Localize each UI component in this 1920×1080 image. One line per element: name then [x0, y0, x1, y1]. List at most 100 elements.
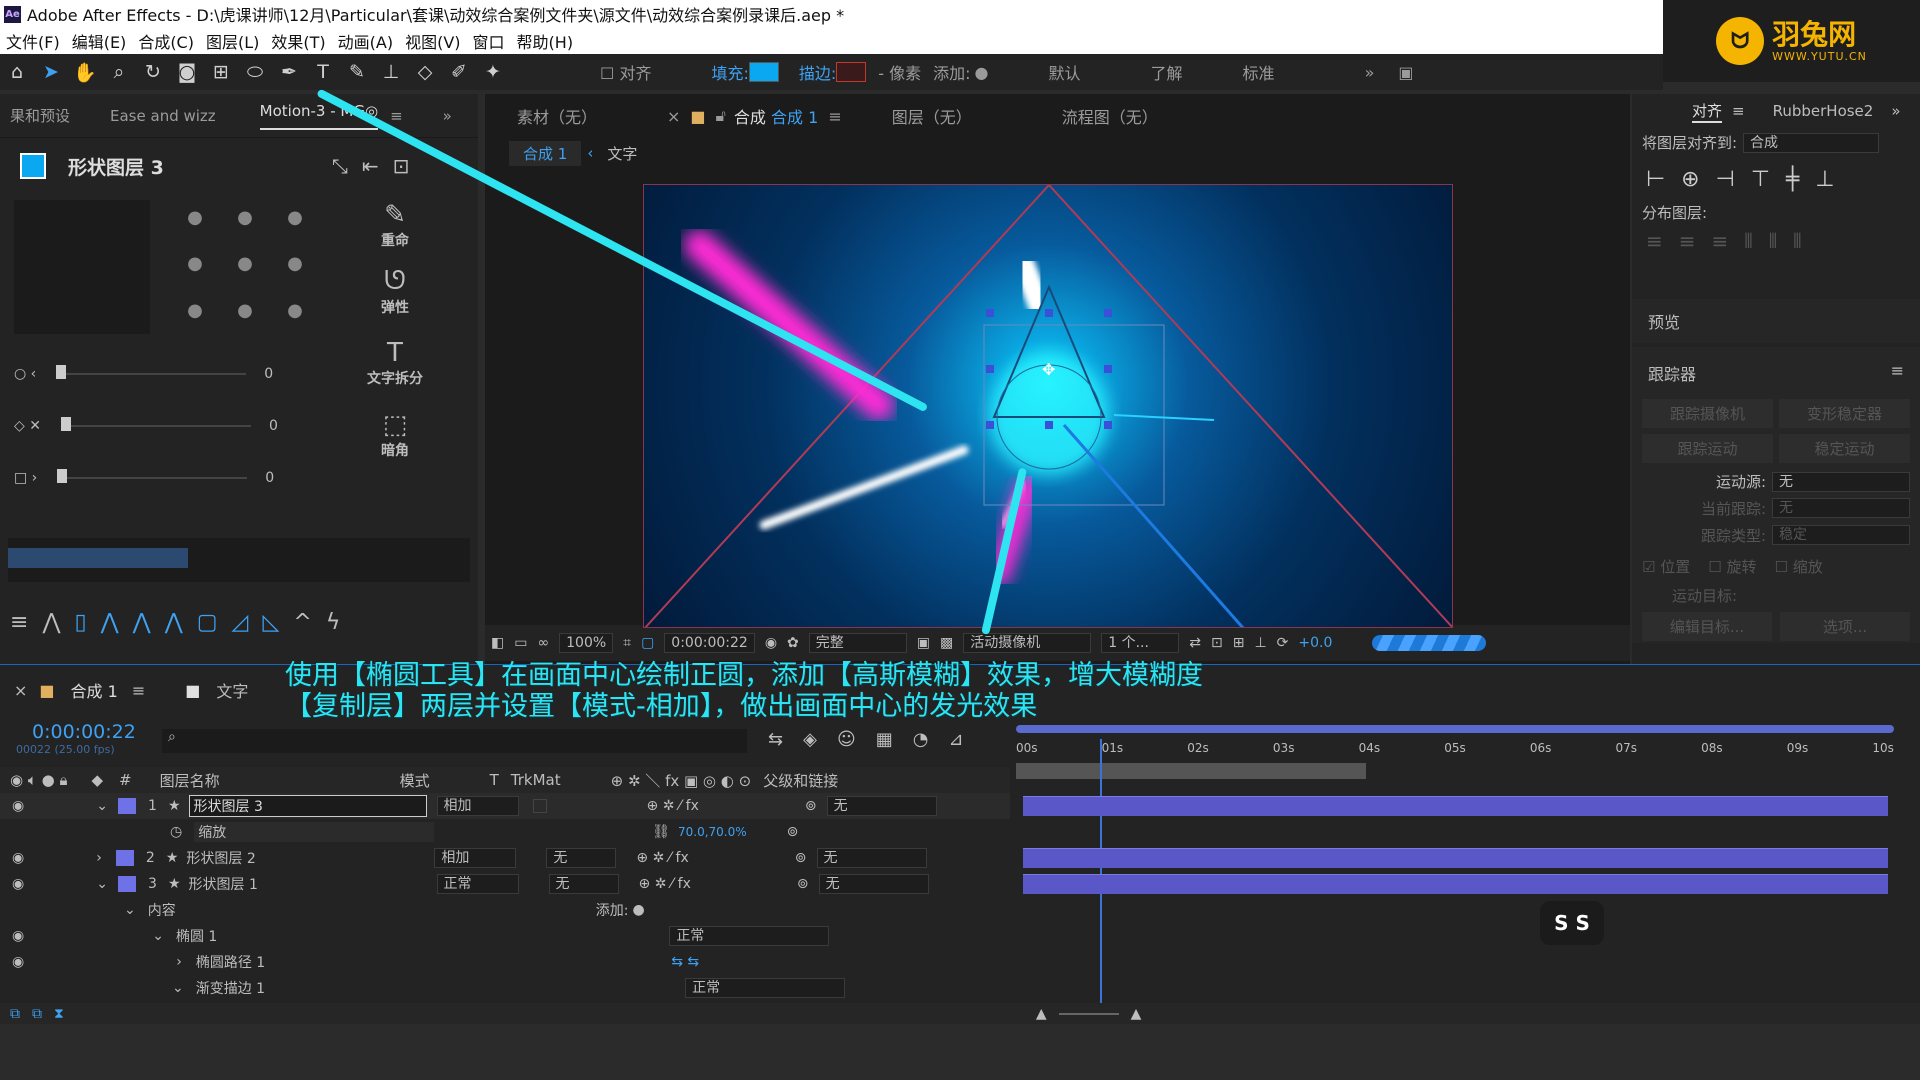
toggle-modes-icon[interactable]: ⧉: [32, 1006, 42, 1022]
layer-label-swatch[interactable]: [117, 876, 136, 892]
resolution-dropdown[interactable]: 完整: [808, 633, 907, 653]
frame-blend-icon[interactable]: ▦: [876, 729, 893, 750]
tab-rubberhose[interactable]: RubberHose2: [1773, 102, 1874, 120]
layer-mode-dropdown[interactable]: 相加: [434, 848, 517, 868]
more-workspaces-icon[interactable]: »: [1365, 63, 1375, 82]
anchor-icon[interactable]: ⊡: [393, 154, 410, 178]
tab-effects-presets[interactable]: 果和预设: [10, 105, 70, 126]
home-icon[interactable]: ⌂: [0, 61, 34, 83]
pickwhip-icon[interactable]: ⊚: [797, 876, 809, 892]
menu-edit[interactable]: 编辑(E): [72, 29, 127, 53]
text-split-button[interactable]: T 文字拆分: [340, 338, 450, 410]
breadcrumb-comp[interactable]: 合成 1: [509, 140, 582, 166]
viewer-menu-icon[interactable]: ≡: [828, 107, 841, 126]
type-tool-icon[interactable]: T: [306, 61, 340, 83]
col-trkmat[interactable]: TrkMat: [511, 771, 561, 789]
flowchart-icon[interactable]: ⊥: [1254, 635, 1266, 651]
distribute-right-icon[interactable]: ⫴: [1793, 229, 1801, 253]
gradient-mode-dropdown[interactable]: 正常: [685, 978, 846, 998]
slider-1-thumb[interactable]: [56, 365, 67, 379]
comp-mini-flowchart-icon[interactable]: ⇆: [768, 729, 783, 750]
tab-layer[interactable]: 图层（无）: [892, 104, 972, 128]
pickwhip-scale-icon[interactable]: ⊚: [787, 824, 799, 840]
toggle-switches-icon[interactable]: ⧉: [10, 1006, 20, 1022]
edit-target-button[interactable]: 编辑目标...: [1642, 612, 1772, 641]
align-vcenter-icon[interactable]: ╪: [1786, 167, 1799, 192]
bounce-icon[interactable]: ⇤: [362, 154, 379, 178]
distribute-bottom-icon[interactable]: ≡: [1712, 229, 1729, 253]
tab-flowchart[interactable]: 流程图（无）: [1062, 104, 1158, 128]
menu-effect[interactable]: 效果(T): [271, 29, 325, 53]
ellipse-tool-icon[interactable]: ⬭: [238, 61, 272, 83]
menu-composition[interactable]: 合成(C): [138, 29, 194, 53]
reset-exposure-icon[interactable]: ⟳: [1277, 635, 1289, 651]
tab-ease-and-wizz[interactable]: Ease and wizz: [110, 107, 216, 125]
slider-3-value[interactable]: 0: [265, 470, 274, 486]
constrain-icon[interactable]: ⛓︎: [652, 824, 670, 840]
right-expand-icon[interactable]: »: [1891, 102, 1900, 120]
glasses-icon[interactable]: ∞: [537, 635, 549, 651]
slider-2-thumb[interactable]: [60, 417, 71, 431]
zoom-out-icon[interactable]: ▲: [1036, 1006, 1047, 1022]
ease-linear-icon[interactable]: ▯: [74, 610, 86, 635]
ease-custom-icon[interactable]: ⋀: [42, 610, 60, 635]
tab-align[interactable]: 对齐: [1692, 100, 1723, 123]
layer-search-input[interactable]: ⌕: [162, 729, 747, 753]
menu-view[interactable]: 视图(V): [405, 29, 460, 53]
expand-chevron-icon[interactable]: ⌄: [96, 876, 108, 892]
workspace-standard[interactable]: 标准: [1243, 60, 1275, 84]
layer-name[interactable]: 形状图层 2: [186, 848, 424, 868]
grid-icon[interactable]: ⌗: [623, 635, 631, 651]
menu-window[interactable]: 窗口: [473, 29, 505, 53]
distribute-top-icon[interactable]: ≡: [1646, 229, 1663, 253]
breadcrumb-text[interactable]: 文字: [607, 143, 637, 164]
layer-row-1[interactable]: ◉ ⌄ 1 ★ 形状图层 3 相加 ⊕ ✲ ⁄ fx ⊚ 无: [0, 793, 1010, 819]
preserve-transparency-box[interactable]: [532, 799, 547, 813]
eye-icon[interactable]: ◉: [12, 954, 24, 970]
eraser-tool-icon[interactable]: ◇: [408, 61, 442, 83]
position-check[interactable]: ☑ 位置: [1642, 556, 1690, 577]
menu-animation[interactable]: 动画(A): [338, 29, 393, 53]
layer-name[interactable]: 形状图层 1: [189, 874, 427, 894]
puppet-tool-icon[interactable]: ✦: [476, 61, 510, 83]
col-parent[interactable]: 父级和链接: [763, 770, 838, 791]
roto-brush-tool-icon[interactable]: ✐: [442, 61, 476, 83]
spring-button[interactable]: ᘎ 弹性: [340, 266, 450, 338]
distribute-hcenter-icon[interactable]: ⫴: [1769, 229, 1777, 253]
ease-peak-icon[interactable]: ^: [293, 610, 311, 635]
menu-layer[interactable]: 图层(L): [206, 29, 259, 53]
close-icon[interactable]: ×: [667, 107, 680, 126]
work-area-bar[interactable]: [1016, 725, 1894, 733]
rotation-check[interactable]: ☐ 旋转: [1708, 556, 1756, 577]
warp-stabilizer-button[interactable]: 变形稳定器: [1779, 399, 1910, 428]
menu-file[interactable]: 文件(F): [6, 29, 60, 53]
expand-chevron-icon[interactable]: ⌄: [124, 902, 136, 918]
shy-icon[interactable]: ☺: [837, 729, 856, 750]
zoom-dropdown[interactable]: 100%: [559, 633, 614, 653]
track-camera-button[interactable]: 跟踪摄像机: [1642, 399, 1773, 428]
ease-in-icon[interactable]: ⋀: [133, 610, 151, 635]
eye-icon[interactable]: ◉: [12, 928, 24, 944]
flash-icon[interactable]: ϟ: [326, 610, 341, 635]
fill-swatch[interactable]: [748, 62, 779, 82]
clone-stamp-tool-icon[interactable]: ⊥: [374, 61, 408, 83]
layer-switches[interactable]: ⊕ ✲ ⁄ fx: [647, 798, 699, 814]
current-track-dropdown[interactable]: 无: [1772, 498, 1910, 518]
eye-icon[interactable]: ◉: [12, 798, 24, 814]
distribute-left-icon[interactable]: ⫴: [1744, 229, 1752, 253]
align-checkbox[interactable]: ☐ 对齐: [600, 60, 651, 84]
align-left-icon[interactable]: ⊢: [1646, 167, 1665, 192]
preview-section[interactable]: 预览: [1632, 299, 1920, 343]
layer-switches[interactable]: ⊕ ✲ ⁄ fx: [639, 876, 691, 892]
slider-2-value[interactable]: 0: [269, 418, 278, 434]
graph-strip[interactable]: [8, 538, 470, 582]
parent-dropdown[interactable]: 无: [826, 796, 937, 816]
hand-tool-icon[interactable]: ✋: [68, 61, 102, 84]
timeline-timecode[interactable]: 0:00:00:22: [32, 721, 136, 743]
timeline-close-icon[interactable]: ×: [14, 681, 27, 700]
stroke-swatch[interactable]: [836, 62, 867, 82]
tab-composition[interactable]: 合成 合成 1: [734, 104, 818, 128]
vignette-button[interactable]: ⬚ 暗角: [340, 410, 450, 482]
workspace-default[interactable]: 默认: [1049, 60, 1081, 84]
snapshot-icon[interactable]: ◉: [765, 635, 777, 651]
